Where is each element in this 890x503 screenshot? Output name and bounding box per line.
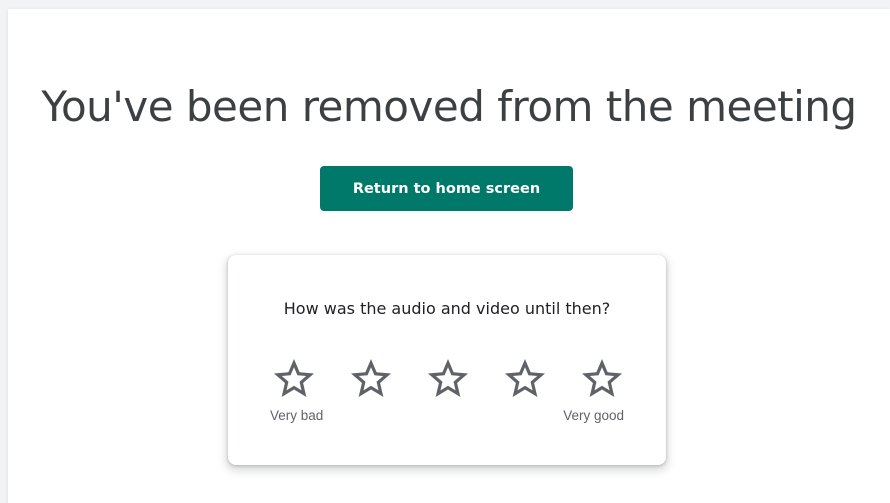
star-rating <box>270 355 626 403</box>
star-outline-icon <box>428 359 468 397</box>
star-outline-icon <box>582 359 622 397</box>
feedback-card: How was the audio and video until then? … <box>228 255 666 465</box>
star-outline-icon <box>274 359 314 397</box>
rating-star-5-button[interactable] <box>578 355 626 403</box>
star-outline-icon <box>351 359 391 397</box>
star-outline-icon <box>505 359 545 397</box>
rating-high-label: Very good <box>563 408 624 423</box>
rating-low-label: Very bad <box>270 408 324 423</box>
rating-star-3-button[interactable] <box>424 355 472 403</box>
return-to-home-button[interactable]: Return to home screen <box>320 166 573 211</box>
rating-star-4-button[interactable] <box>501 355 549 403</box>
rating-star-1-button[interactable] <box>270 355 318 403</box>
rating-star-2-button[interactable] <box>347 355 395 403</box>
page-title: You've been removed from the meeting <box>41 82 857 131</box>
meeting-ended-page: You've been removed from the meeting Ret… <box>8 9 890 503</box>
feedback-question: How was the audio and video until then? <box>283 299 611 318</box>
